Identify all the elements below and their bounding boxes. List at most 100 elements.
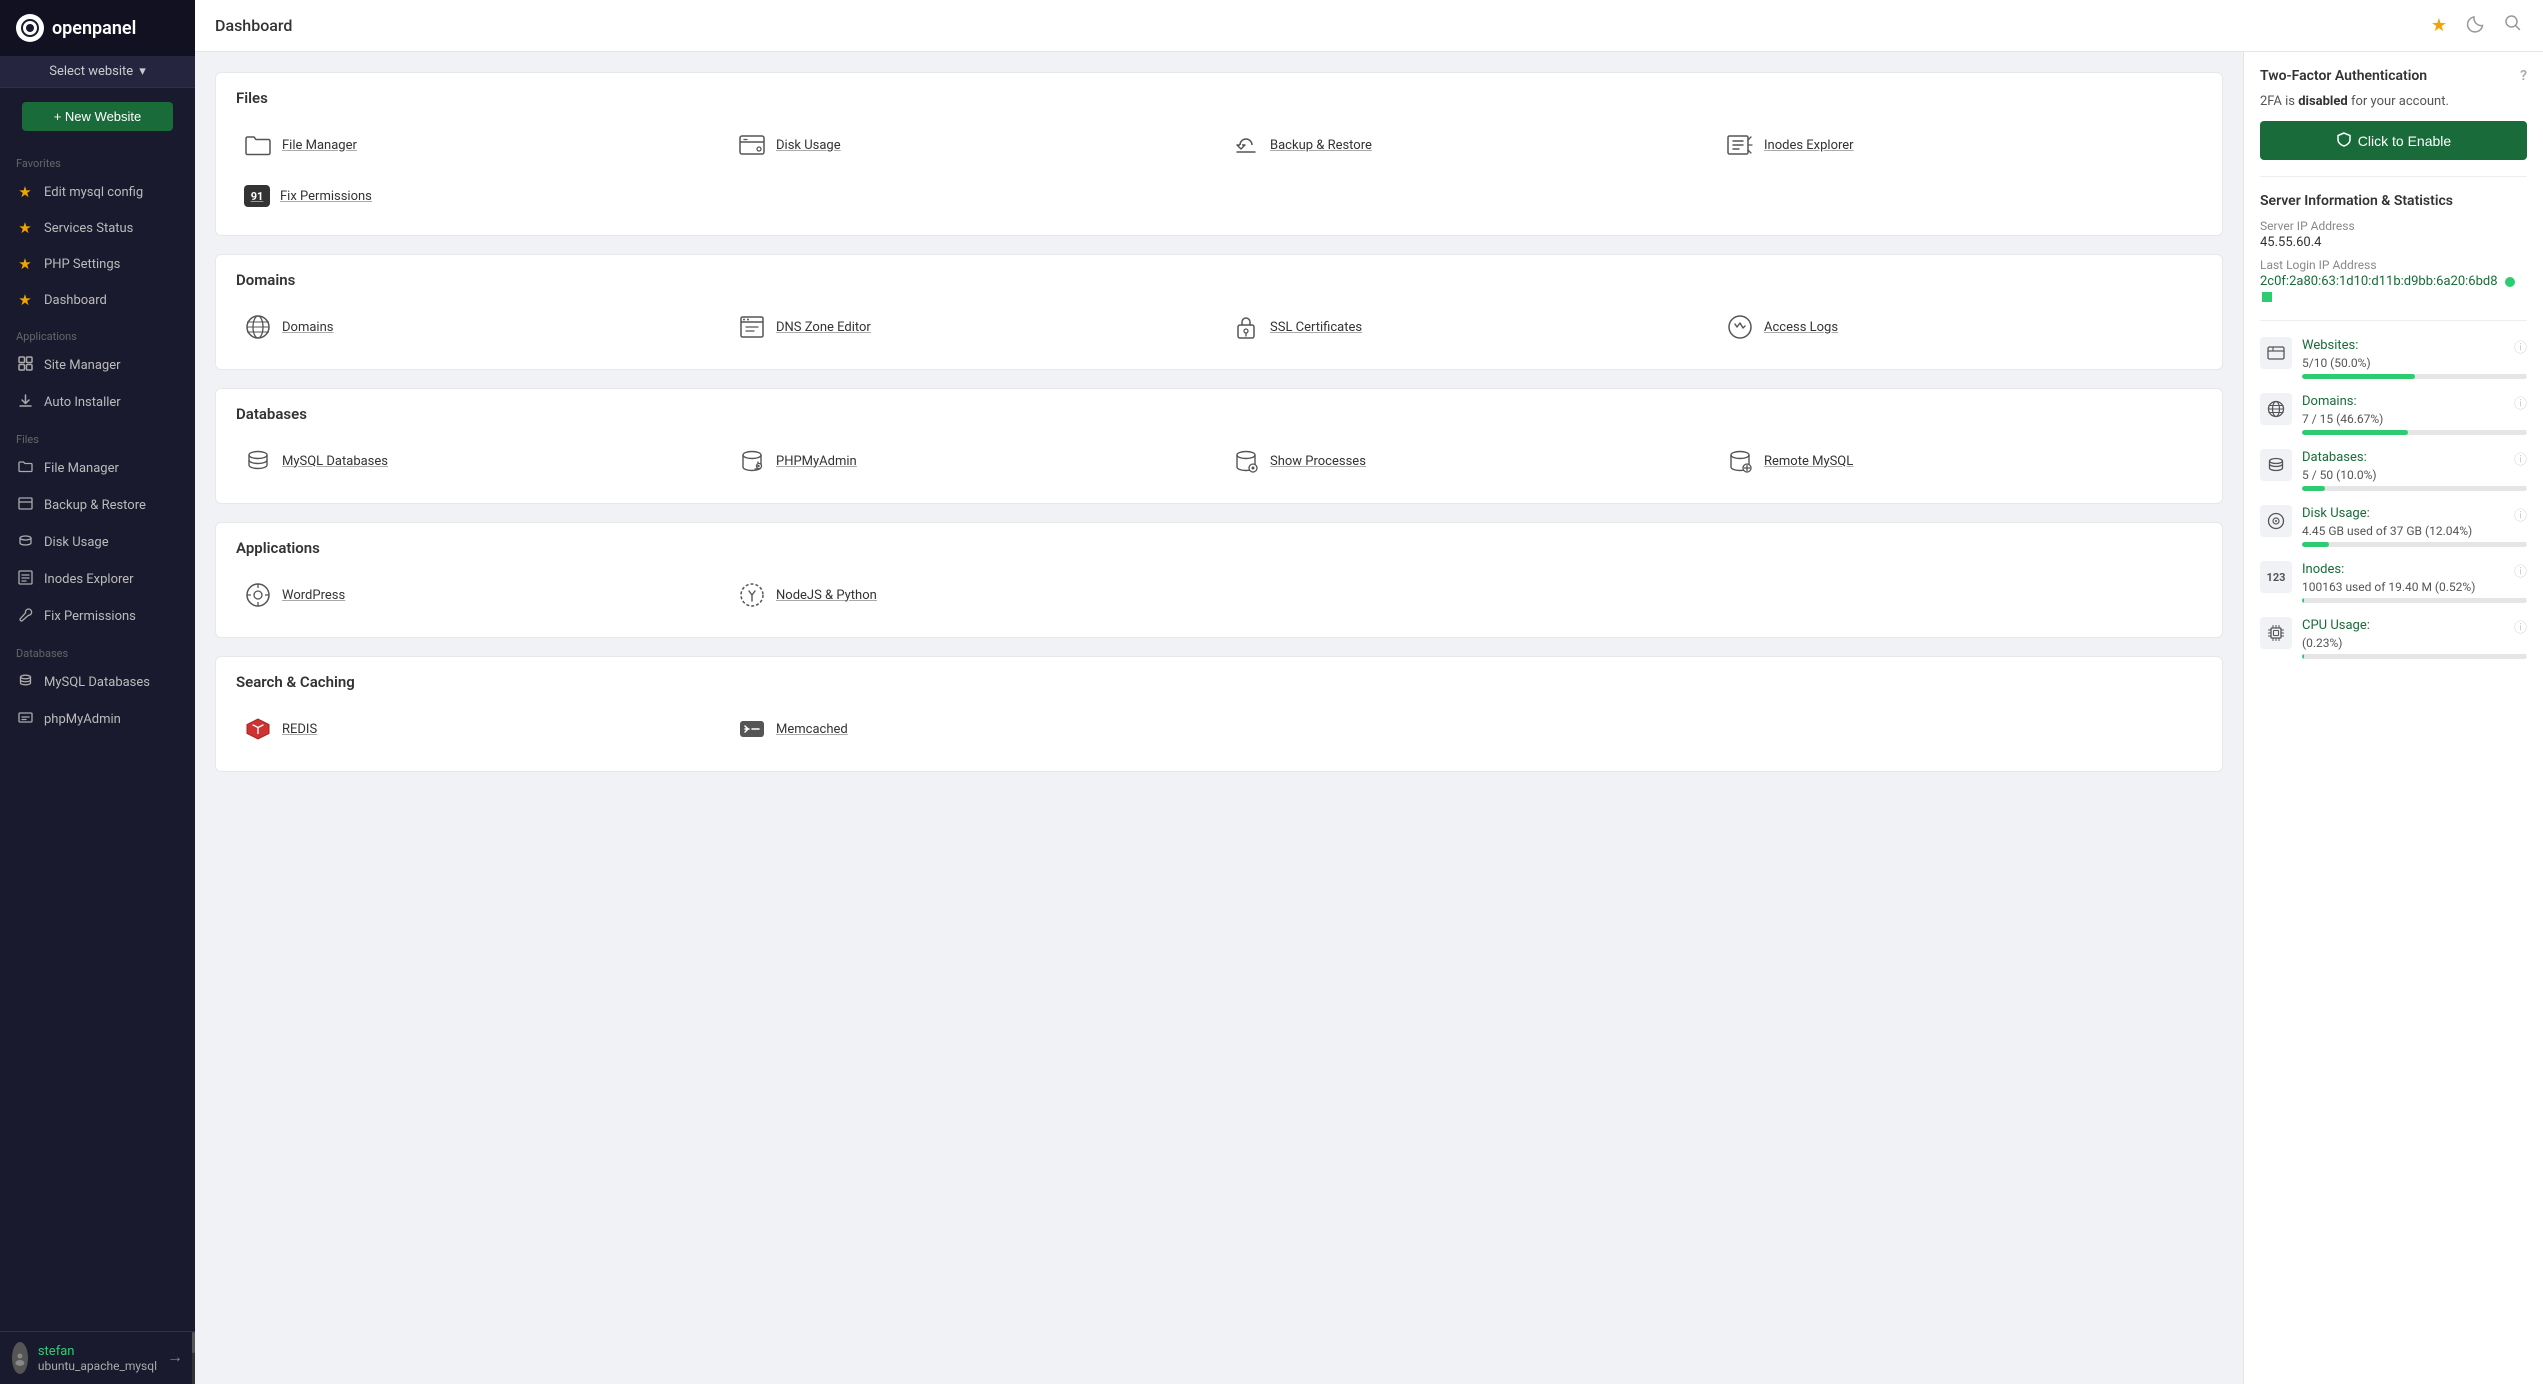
cpu-info-icon[interactable]: ⓘ (2514, 617, 2527, 636)
sidebar-item-label: Inodes Explorer (44, 572, 134, 587)
star-icon: ★ (16, 291, 34, 309)
disk-info-icon[interactable]: ⓘ (2514, 505, 2527, 524)
disk-stat-value: 4.45 GB used of 37 GB (12.04%) (2302, 524, 2527, 538)
domains-item[interactable]: Domains (236, 305, 720, 349)
star-icon: ★ (16, 183, 34, 201)
inodes-info-icon[interactable]: ⓘ (2514, 561, 2527, 580)
sidebar-item-label: Auto Installer (44, 395, 121, 410)
memcached-item[interactable]: Memcached (730, 707, 1214, 751)
twofa-enable-button[interactable]: Click to Enable (2260, 121, 2527, 160)
disk-icon-box (2260, 505, 2292, 537)
applications-section-label: Applications (0, 318, 195, 347)
sidebar-item-mysql-databases[interactable]: MySQL Databases (0, 664, 195, 701)
new-website-button[interactable]: + New Website (22, 102, 173, 131)
stat-row-disk: Disk Usage: ⓘ 4.45 GB used of 37 GB (12.… (2260, 505, 2527, 547)
sidebar-item-phpmyadmin[interactable]: phpMyAdmin (0, 701, 195, 738)
chevron-down-icon: ▾ (139, 64, 146, 79)
select-website-dropdown[interactable]: Select website ▾ (0, 56, 195, 88)
stat-row-domains: Domains: ⓘ 7 / 15 (46.67%) (2260, 393, 2527, 435)
twofa-status-value: disabled (2298, 94, 2348, 109)
fix-permissions-item[interactable]: 91 Fix Permissions (236, 177, 720, 215)
ssl-certificates-item[interactable]: SSL Certificates (1224, 305, 1708, 349)
domains-info-icon[interactable]: ⓘ (2514, 393, 2527, 412)
phpmyadmin-icon2 (738, 447, 766, 475)
user-subtitle: ubuntu_apache_mysql (38, 1359, 157, 1373)
domains-stat-info: Domains: ⓘ 7 / 15 (46.67%) (2302, 393, 2527, 435)
backup-restore-item[interactable]: Backup & Restore (1224, 123, 1708, 167)
backup-restore-label: Backup & Restore (1270, 138, 1372, 153)
sidebar-item-auto-installer[interactable]: Auto Installer (0, 384, 195, 421)
sidebar-item-site-manager[interactable]: Site Manager (0, 347, 195, 384)
nodejs-python-item[interactable]: NodeJS & Python (730, 573, 1214, 617)
dns-zone-editor-label: DNS Zone Editor (776, 320, 871, 335)
databases-progress-bar (2302, 486, 2527, 491)
mysql-icon (244, 447, 272, 475)
sidebar-item-dashboard[interactable]: ★ Dashboard (0, 282, 195, 318)
mysql-databases-item[interactable]: MySQL Databases (236, 439, 720, 483)
inodes-explorer-item[interactable]: Inodes Explorer (1718, 123, 2202, 167)
folder-icon (244, 131, 272, 159)
sidebar-item-label: File Manager (44, 461, 119, 476)
app-name: openpanel (52, 18, 136, 39)
server-info-title-text: Server Information & Statistics (2260, 193, 2453, 209)
nodejs-icon (738, 581, 766, 609)
sidebar-item-label: Site Manager (44, 358, 121, 373)
divider2 (2260, 320, 2527, 321)
main-container: Dashboard ★ Files File Mana (195, 0, 2543, 1384)
cpu-stat-value: (0.23%) (2302, 636, 2527, 650)
wordpress-icon (244, 581, 272, 609)
disk-usage-item[interactable]: Disk Usage (730, 123, 1214, 167)
domains-section-title: Domains (236, 271, 2202, 289)
show-processes-label: Show Processes (1270, 454, 1366, 469)
select-website-label: Select website (49, 64, 133, 79)
sidebar-item-inodes-explorer[interactable]: Inodes Explorer (0, 561, 195, 598)
header: Dashboard ★ (195, 0, 2543, 52)
sidebar-item-disk-usage[interactable]: Disk Usage (0, 524, 195, 561)
domains-icon-box (2260, 393, 2292, 425)
sidebar-item-label: PHP Settings (44, 257, 120, 272)
show-processes-item[interactable]: Show Processes (1224, 439, 1708, 483)
last-login-ip: 2c0f:2a80:63:1d10:d11b:d9bb:6a20:6bd8 (2260, 274, 2498, 289)
sidebar-item-label: Backup & Restore (44, 498, 146, 513)
ip-value: 45.55.60.4 (2260, 235, 2527, 250)
backup-icon (1232, 131, 1260, 159)
sidebar-item-php-settings[interactable]: ★ PHP Settings (0, 246, 195, 282)
sidebar-item-edit-mysql-config[interactable]: ★ Edit mysql config (0, 174, 195, 210)
dns-zone-editor-item[interactable]: DNS Zone Editor (730, 305, 1214, 349)
databases-stat-label: Databases: (2302, 450, 2367, 465)
databases-progress-fill (2302, 486, 2325, 491)
sidebar-item-file-manager[interactable]: File Manager (0, 450, 195, 487)
logout-button[interactable]: → (167, 1349, 183, 1367)
access-logs-item[interactable]: Access Logs (1718, 305, 2202, 349)
disk-progress-bar (2302, 542, 2527, 547)
favorites-icon[interactable]: ★ (2431, 15, 2447, 36)
databases-info-icon[interactable]: ⓘ (2514, 449, 2527, 468)
dark-mode-icon[interactable] (2465, 13, 2485, 38)
folder-icon (16, 459, 34, 478)
sidebar: openpanel Select website ▾ + New Website… (0, 0, 195, 1384)
server-info-section: Server Information & Statistics Server I… (2260, 193, 2527, 304)
redis-item[interactable]: REDIS (236, 707, 720, 751)
disk-usage-label: Disk Usage (776, 138, 841, 153)
twofa-status-text: 2FA is disabled for your account. (2260, 94, 2527, 109)
star-icon: ★ (16, 219, 34, 237)
sidebar-item-backup-restore[interactable]: Backup & Restore (0, 487, 195, 524)
access-logs-icon (1726, 313, 1754, 341)
search-icon[interactable] (2503, 13, 2523, 38)
sidebar-item-fix-permissions[interactable]: Fix Permissions (0, 598, 195, 635)
twofa-info-icon[interactable]: ? (2520, 68, 2527, 84)
phpmyadmin-item[interactable]: PHPMyAdmin (730, 439, 1214, 483)
inodes-icon (1726, 131, 1754, 159)
show-processes-icon (1232, 447, 1260, 475)
sidebar-item-label: Dashboard (44, 293, 107, 308)
applications-grid: WordPress NodeJS & Python (236, 573, 2202, 617)
wordpress-item[interactable]: WordPress (236, 573, 720, 617)
websites-info-icon[interactable]: ⓘ (2514, 337, 2527, 356)
disk-progress-fill (2302, 542, 2329, 547)
file-manager-item[interactable]: File Manager (236, 123, 720, 167)
sidebar-item-label: Services Status (44, 221, 133, 236)
sidebar-item-services-status[interactable]: ★ Services Status (0, 210, 195, 246)
phpmyadmin-label: PHPMyAdmin (776, 454, 857, 469)
remote-mysql-item[interactable]: Remote MySQL (1718, 439, 2202, 483)
download-icon (16, 393, 34, 412)
